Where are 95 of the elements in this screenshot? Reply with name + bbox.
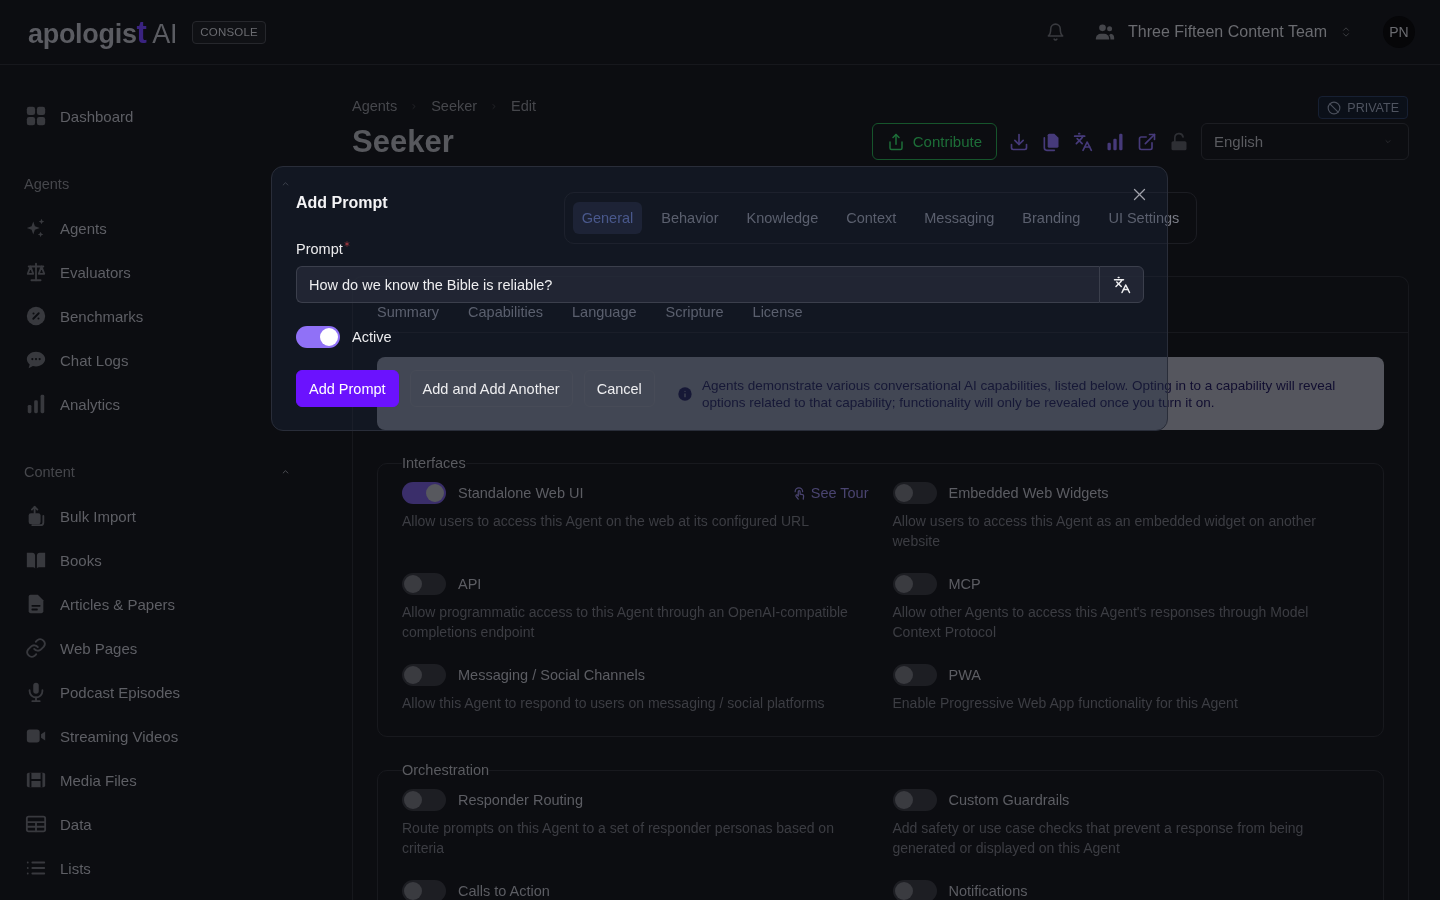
option-label: Notifications [948,883,1028,899]
console-badge: CONSOLE [192,20,266,44]
sidebar-item[interactable]: Articles & Papers [24,582,176,626]
toggle-switch[interactable] [892,880,937,900]
option-label: Standalone Web UI [458,485,584,501]
option-label: Messaging / Social Channels [458,667,645,683]
group-title: Orchestration [402,761,490,780]
language-select[interactable]: English [1201,123,1409,160]
subtab[interactable]: Summary [377,302,440,322]
breadcrumb-current: Edit [511,98,537,114]
sidebar-item[interactable]: Web Pages [24,626,138,670]
toggle-switch[interactable] [892,664,937,686]
link-icon [25,637,47,659]
sidebar-item[interactable]: Media Files [24,758,137,802]
option-label: Calls to Action [458,883,550,899]
tab[interactable]: Behavior [652,202,728,234]
sidebar-item[interactable]: Benchmarks [24,294,144,338]
option-label: Embedded Web Widgets [948,485,1109,501]
sidebar-item[interactable]: Streaming Videos [24,714,179,758]
percent-badge-icon [25,305,47,327]
chevron-up-down-icon [1341,25,1351,39]
bar-chart-icon[interactable] [1105,131,1125,152]
prompt-input[interactable]: How do we know the Bible is reliable? [296,266,1099,303]
toggle-switch[interactable] [296,326,340,348]
translate-icon[interactable] [1073,131,1093,152]
sparkles-icon [25,217,47,239]
dialog-title: Add Prompt [296,193,388,213]
share-icon [886,132,905,151]
sidebar-item[interactable]: Lists [24,846,91,890]
sidebar-item[interactable]: Chat Logs [24,338,129,382]
breadcrumb-link[interactable]: Agents [352,98,398,114]
page-title: Seeker [352,124,455,160]
logo: apologist AI [28,16,178,48]
toggle-switch[interactable] [892,482,937,504]
sidebar-item[interactable]: Evaluators [24,250,131,294]
download-icon[interactable] [1009,131,1029,152]
tab[interactable]: Messaging [915,202,1004,234]
see-tour-link[interactable]: See Tour [791,485,869,501]
grid-icon [25,105,47,127]
option-label: Custom Guardrails [948,792,1070,808]
subtab[interactable]: Scripture [665,302,724,322]
option-label: PWA [948,667,981,683]
tab[interactable]: Context [837,202,906,234]
toggle-switch[interactable] [402,664,446,686]
unlock-icon[interactable] [1169,131,1189,152]
contribute-button[interactable]: Contribute [871,123,997,160]
option-label: MCP [948,576,981,592]
sidebar-item[interactable]: Podcast Episodes [24,670,181,714]
cancel-button[interactable]: Cancel [583,370,655,407]
section-label: Agents [24,176,70,192]
subtab[interactable]: Capabilities [468,302,543,322]
close-icon[interactable] [1132,187,1147,202]
add-prompt-button[interactable]: Add Prompt [296,370,399,407]
add-another-button[interactable]: Add and Add Another [409,370,573,407]
copy-icon[interactable] [1041,131,1061,152]
sidebar-item[interactable]: Analytics [24,382,121,426]
sidebar-item[interactable]: Agents [24,206,107,250]
translate-button[interactable] [1099,266,1144,303]
sidebar-item[interactable]: Books [24,538,102,582]
toggle-label: Active [352,329,392,345]
users-icon [1094,22,1117,42]
option-label: API [458,576,482,592]
tap-icon [791,485,807,501]
toggle-switch[interactable] [402,573,446,595]
tab[interactable]: UI Settings [1099,202,1189,234]
ban-icon [1327,100,1342,115]
toggle-switch[interactable] [892,789,937,811]
toggle-switch[interactable] [402,880,446,900]
toggle-switch[interactable] [402,482,446,504]
field-label: Prompt [296,240,343,259]
info-icon [677,385,693,402]
tab[interactable]: Knowledge [737,202,828,234]
translate-icon [1112,275,1131,294]
toggle-switch[interactable] [402,789,446,811]
visibility-label: PRIVATE [1347,100,1399,115]
external-link-icon[interactable] [1137,131,1157,152]
team-switcher[interactable]: Three Fifteen Content Team [1094,22,1351,42]
subtab[interactable]: Language [572,302,637,322]
sidebar-item[interactable]: Data [24,802,92,846]
subtab[interactable]: License [752,302,803,322]
user-avatar[interactable]: PN [1383,16,1415,48]
tab[interactable]: Branding [1013,202,1090,234]
toggle-switch[interactable] [892,573,937,595]
tab[interactable]: General [572,202,643,234]
option-label: Responder Routing [458,792,583,808]
group-title: Interfaces [402,454,466,473]
breadcrumb-link[interactable]: Seeker [431,98,478,114]
bar-chart-icon [25,393,47,415]
sidebar-item[interactable]: Bulk Import [24,494,136,538]
sidebar-item[interactable]: Dashboard [24,94,134,138]
notification-bell-icon[interactable] [1046,22,1066,42]
table-icon [25,813,47,835]
section-label: Content [24,464,75,480]
scale-icon [25,261,47,283]
chat-bubble-icon [25,349,47,371]
